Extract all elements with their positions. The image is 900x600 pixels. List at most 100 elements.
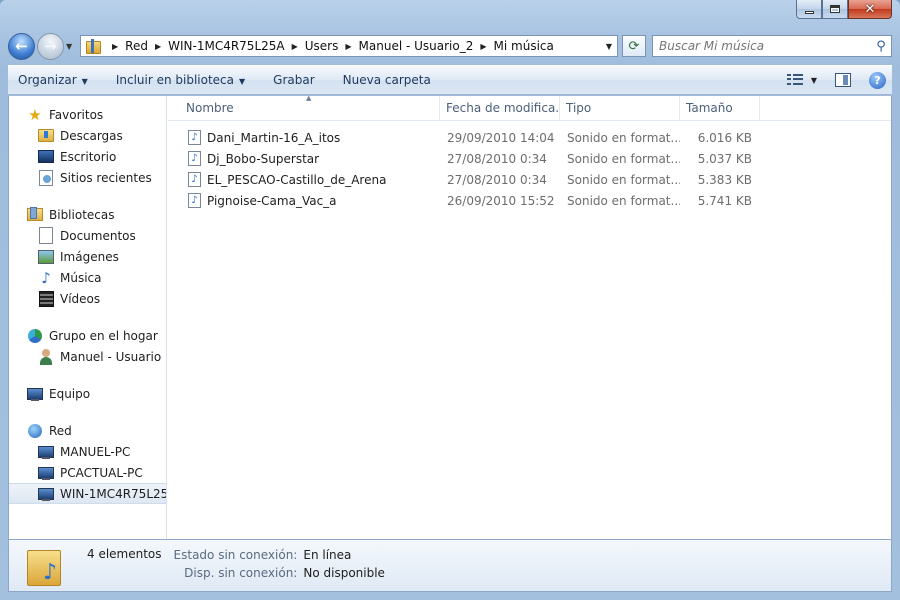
sidebar-item-recent-places[interactable]: Sitios recientes: [9, 167, 166, 188]
offline-properties: Estado sin conexión: En línea Disp. sin …: [174, 548, 385, 580]
main-content: ★ Favoritos Descargas Escritorio Sitios r…: [8, 94, 892, 539]
search-icon[interactable]: ⚲: [871, 39, 891, 54]
file-row[interactable]: ♪ Dani_Martin-16_A_itos 29/09/2010 14:04 …: [168, 127, 891, 148]
file-name: Dj_Bobo-Superstar: [207, 151, 320, 166]
file-date: 26/09/2010 15:52: [447, 193, 555, 208]
audio-file-icon: ♪: [188, 193, 201, 208]
view-options-dropdown[interactable]: ▼: [811, 76, 817, 85]
offline-status-value: En línea: [303, 548, 352, 562]
breadcrumb-chevron-icon[interactable]: ▶: [292, 42, 298, 51]
pictures-icon: [38, 249, 54, 265]
column-headers: ▲ Nombre Fecha de modifica... Tipo Tamañ…: [168, 94, 891, 121]
sidebar-item-videos[interactable]: Vídeos: [9, 288, 166, 309]
caption-buttons: ✕: [796, 0, 892, 20]
details-pane: 4 elementos Estado sin conexión: En líne…: [8, 539, 892, 592]
user-icon: [38, 348, 54, 365]
change-view-icon[interactable]: [786, 74, 803, 86]
column-header-name[interactable]: Nombre: [168, 96, 440, 120]
search-input[interactable]: [659, 39, 871, 53]
sidebar-item-manuel-pc[interactable]: MANUEL-PC: [9, 441, 166, 462]
homegroup-icon: [27, 328, 43, 344]
maximize-button[interactable]: [822, 0, 848, 19]
audio-file-icon: ♪: [188, 172, 201, 187]
downloads-folder-icon: [38, 128, 54, 144]
sidebar-item-homegroup[interactable]: Grupo en el hogar: [9, 325, 166, 346]
sidebar-item-documents[interactable]: Documentos: [9, 225, 166, 246]
forward-button[interactable]: →: [37, 32, 64, 60]
address-history-dropdown[interactable]: ▼: [601, 42, 617, 51]
column-header-type[interactable]: Tipo: [560, 96, 680, 120]
sidebar-item-pcactual-pc[interactable]: PCACTUAL-PC: [9, 462, 166, 483]
audio-file-icon: ♪: [188, 151, 201, 166]
file-date: 29/09/2010 14:04: [447, 130, 555, 145]
sidebar-item-libraries[interactable]: Bibliotecas: [9, 204, 166, 225]
file-size: 5.741 KB: [697, 193, 752, 208]
music-note-icon: ♪: [41, 268, 51, 287]
libraries-group: Bibliotecas Documentos Imágenes ♪ Música …: [9, 204, 166, 309]
navigation-bar: ← → ▼ ▶ Red ▶ WIN-1MC4R75L25A ▶ Users ▶ …: [8, 30, 892, 62]
library-folder-icon: [85, 39, 101, 54]
sidebar-item-homegroup-user[interactable]: Manuel - Usuario (W: [9, 346, 166, 367]
command-bar: Organizar ▼ Incluir en biblioteca ▼ Grabar…: [8, 65, 892, 95]
file-type: Sonido en format...: [567, 193, 680, 208]
file-list: ▲ Nombre Fecha de modifica... Tipo Tamañ…: [168, 94, 891, 539]
network-globe-icon: [27, 423, 43, 439]
sidebar-item-win-1mc4r75l25a[interactable]: WIN-1MC4R75L25A: [9, 483, 166, 504]
organize-menu[interactable]: Organizar ▼: [18, 73, 88, 87]
include-in-library-menu[interactable]: Incluir en biblioteca ▼: [116, 73, 245, 87]
new-folder-button[interactable]: Nueva carpeta: [343, 73, 431, 87]
address-bar[interactable]: ▶ Red ▶ WIN-1MC4R75L25A ▶ Users ▶ Manuel…: [80, 35, 618, 57]
breadcrumb-chevron-icon[interactable]: ▶: [112, 42, 118, 51]
sidebar-item-pictures[interactable]: Imágenes: [9, 246, 166, 267]
homegroup-group: Grupo en el hogar Manuel - Usuario (W: [9, 325, 166, 367]
chevron-down-icon: ▼: [239, 77, 246, 86]
back-button[interactable]: ←: [8, 32, 35, 60]
file-size: 6.016 KB: [697, 130, 752, 145]
file-date: 27/08/2010 0:34: [447, 172, 547, 187]
file-row[interactable]: ♪ EL_PESCAO-Castillo_de_Arena 27/08/2010 …: [168, 169, 891, 190]
file-type: Sonido en format...: [567, 172, 680, 187]
breadcrumb-red[interactable]: Red: [125, 39, 148, 53]
star-icon: ★: [28, 105, 42, 124]
file-type: Sonido en format...: [567, 130, 680, 145]
file-size: 5.383 KB: [697, 172, 752, 187]
burn-button[interactable]: Grabar: [273, 73, 315, 87]
sidebar-item-desktop[interactable]: Escritorio: [9, 146, 166, 167]
preview-pane-icon[interactable]: [835, 73, 851, 87]
file-name: Pignoise-Cama_Vac_a: [207, 193, 337, 208]
breadcrumb-current[interactable]: Mi música: [494, 39, 554, 53]
close-button[interactable]: ✕: [848, 0, 892, 19]
refresh-button[interactable]: ⟳: [622, 35, 646, 57]
offline-availability-label: Disp. sin conexión:: [184, 566, 298, 580]
sidebar-item-downloads[interactable]: Descargas: [9, 125, 166, 146]
sidebar-item-favorites[interactable]: ★ Favoritos: [9, 104, 166, 125]
breadcrumb-user-folder[interactable]: Manuel - Usuario_2: [359, 39, 474, 53]
breadcrumb-chevron-icon[interactable]: ▶: [155, 42, 161, 51]
file-rows: ♪ Dani_Martin-16_A_itos 29/09/2010 14:04 …: [168, 121, 891, 211]
column-header-size[interactable]: Tamaño: [680, 96, 760, 120]
close-icon: ✕: [864, 1, 876, 17]
desktop-icon: [38, 149, 54, 165]
help-icon[interactable]: ?: [869, 71, 886, 89]
offline-availability-value: No disponible: [303, 566, 385, 580]
file-name: Dani_Martin-16_A_itos: [207, 130, 341, 145]
computer-icon: [27, 386, 43, 402]
sidebar-item-computer[interactable]: Equipo: [9, 383, 166, 404]
computer-group: Equipo: [9, 383, 166, 404]
file-row[interactable]: ♪ Pignoise-Cama_Vac_a 26/09/2010 15:52 So…: [168, 190, 891, 211]
sidebar-item-network[interactable]: Red: [9, 420, 166, 441]
breadcrumb-users[interactable]: Users: [305, 39, 339, 53]
recent-places-icon: [38, 170, 54, 186]
breadcrumb-chevron-icon[interactable]: ▶: [480, 42, 486, 51]
offline-status-label: Estado sin conexión:: [173, 548, 298, 562]
file-row[interactable]: ♪ Dj_Bobo-Superstar 27/08/2010 0:34 Sonid…: [168, 148, 891, 169]
breadcrumb-computer[interactable]: WIN-1MC4R75L25A: [168, 39, 284, 53]
recent-pages-dropdown[interactable]: ▼: [66, 42, 76, 51]
breadcrumb-chevron-icon[interactable]: ▶: [345, 42, 351, 51]
minimize-button[interactable]: [796, 0, 822, 19]
column-header-date[interactable]: Fecha de modifica...: [440, 96, 560, 120]
sidebar-item-music[interactable]: ♪ Música: [9, 267, 166, 288]
network-computer-icon: [38, 465, 54, 481]
audio-file-icon: ♪: [188, 130, 201, 145]
minimize-icon: [804, 10, 814, 14]
